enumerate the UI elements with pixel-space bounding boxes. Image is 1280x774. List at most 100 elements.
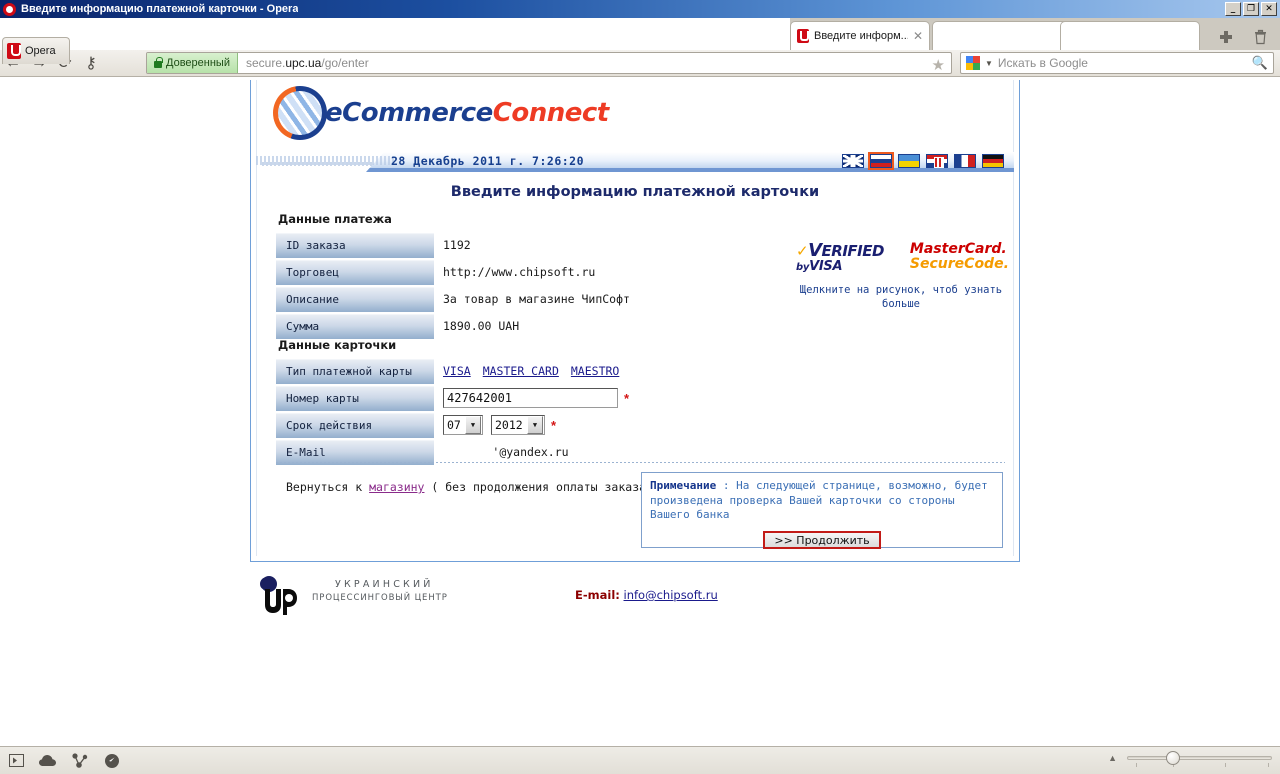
row-merchant: Торговец http://www.chipsoft.ru xyxy=(276,259,595,285)
window-titlebar: Введите информацию платежной карточки - … xyxy=(0,0,1280,18)
security-badges: ✓VERIFIED byVISA MasterCard. SecureCode.… xyxy=(796,240,1009,311)
value-amount: 1890.00 UAH xyxy=(443,319,520,333)
page-footer: УКРАИНСКИЙ ПРОЦЕССИНГОВЫЙ ЦЕНТР E-mail: … xyxy=(250,568,1030,628)
card-type-links: VISA MASTER CARD MAESTRO xyxy=(443,364,619,378)
visa-erified: ERIFIED xyxy=(821,242,885,260)
zoom-control[interactable]: ▲ xyxy=(1108,751,1272,767)
tab-favicon-icon xyxy=(797,29,809,43)
upc-line-2: ПРОЦЕССИНГОВЫЙ ЦЕНТР xyxy=(312,592,448,603)
window-controls: _ ❐ ✕ xyxy=(1225,2,1277,16)
flag-uk-icon[interactable] xyxy=(842,154,864,168)
logo-text-part2: Connect xyxy=(492,98,609,128)
tab-label: Введите информ... xyxy=(814,30,908,42)
panels-icon[interactable] xyxy=(0,748,32,774)
upc-line-1: УКРАИНСКИЙ xyxy=(335,579,434,590)
site-logo-text: eCommerceConnect xyxy=(325,98,609,128)
opera-menu-button[interactable]: Opera xyxy=(2,37,70,64)
search-placeholder: Искать в Google xyxy=(997,56,1088,70)
flag-ru-icon[interactable] xyxy=(868,152,894,170)
page-content-card: eCommerceConnect 28 Декабрь 2011 г. 7:26… xyxy=(250,80,1020,562)
visa-by: by xyxy=(796,262,810,273)
notice-separator: : xyxy=(716,479,737,492)
tabstrip-background xyxy=(0,18,790,50)
card-number-input[interactable]: 427642001 xyxy=(443,388,618,408)
current-datetime: 28 Декабрь 2011 г. 7:26:20 xyxy=(391,154,585,168)
zoom-slider-track[interactable] xyxy=(1127,751,1272,767)
verified-by-visa-badge[interactable]: ✓VERIFIED byVISA xyxy=(796,240,885,274)
tab-blank-2[interactable] xyxy=(1060,21,1200,50)
visa-check-icon: ✓ xyxy=(796,242,809,260)
footer-email-label: E-mail: xyxy=(575,588,620,602)
ecommerceconnect-logo-icon xyxy=(273,86,327,140)
close-button[interactable]: ✕ xyxy=(1261,2,1277,16)
chevron-down-icon[interactable]: ▼ xyxy=(527,416,543,434)
status-bar: ▲ xyxy=(0,746,1280,774)
new-tab-button[interactable] xyxy=(1215,26,1237,48)
expiry-year-select[interactable]: 2012 ▼ xyxy=(491,415,545,435)
google-icon xyxy=(966,56,980,70)
payment-section-heading: Данные платежа xyxy=(278,212,392,226)
zoom-slider-thumb[interactable] xyxy=(1166,751,1180,765)
continue-button[interactable]: >> Продолжить xyxy=(763,531,881,550)
restore-button[interactable]: ❐ xyxy=(1243,2,1259,16)
shop-link[interactable]: магазину xyxy=(369,480,424,494)
section-divider xyxy=(276,462,1005,463)
required-mark-expiry: * xyxy=(551,417,557,433)
star-icon[interactable]: ★ xyxy=(932,56,945,73)
expiry-year-value: 2012 xyxy=(495,418,523,432)
upc-name: УКРАИНСКИЙ ПРОЦЕССИНГОВЫЙ ЦЕНТР xyxy=(312,578,448,604)
trash-button[interactable] xyxy=(1249,26,1271,48)
required-mark-card-number: * xyxy=(624,390,630,406)
share-icon[interactable] xyxy=(64,748,96,774)
card-type-visa-link[interactable]: VISA xyxy=(443,364,471,378)
decorative-dots-2 xyxy=(262,162,372,166)
label-card-type: Тип платежной карты xyxy=(276,358,434,384)
language-flags xyxy=(842,152,1004,170)
minimize-button[interactable]: _ xyxy=(1225,2,1241,16)
chevron-down-icon[interactable]: ▼ xyxy=(985,59,993,68)
speeddial-icon[interactable] xyxy=(96,748,128,774)
search-icon[interactable]: 🔍 xyxy=(1252,55,1268,71)
row-order-id: ID заказа 1192 xyxy=(276,232,471,258)
notice-label: Примечание xyxy=(650,479,717,492)
visa-word: VISA xyxy=(809,259,843,274)
password-key-icon[interactable]: ⚷ xyxy=(78,50,104,76)
tab-blank-1[interactable] xyxy=(932,21,1072,50)
tab-active[interactable]: Введите информ... ✕ xyxy=(790,21,930,50)
row-expiry: Срок действия 07 ▼ 2012 ▼ * xyxy=(276,412,556,438)
trusted-label: Доверенный xyxy=(166,57,230,69)
footer-email: E-mail: info@chipsoft.ru xyxy=(575,588,718,602)
label-email: E-Mail xyxy=(276,439,434,465)
expiry-month-select[interactable]: 07 ▼ xyxy=(443,415,483,435)
zoom-caret-icon[interactable]: ▲ xyxy=(1108,753,1117,763)
badges-note: Щелкните на рисунок, чтоб узнать больше xyxy=(799,284,1003,311)
lock-icon xyxy=(154,56,163,68)
visa-v: V xyxy=(808,240,822,261)
value-merchant: http://www.chipsoft.ru xyxy=(443,265,596,279)
opera-menu-label: Opera xyxy=(25,45,56,57)
label-description: Описание xyxy=(276,286,434,312)
flag-de-icon[interactable] xyxy=(982,154,1004,168)
footer-email-link[interactable]: info@chipsoft.ru xyxy=(624,588,718,602)
upc-logo-icon xyxy=(256,573,302,619)
trusted-badge[interactable]: Доверенный xyxy=(147,53,238,73)
url-path: /go/enter xyxy=(321,56,369,70)
address-bar[interactable]: Доверенный secure.upc.ua/go/enter ★ xyxy=(146,52,952,74)
flag-ua-icon[interactable] xyxy=(898,154,920,168)
card-type-maestro-link[interactable]: MAESTRO xyxy=(571,364,619,378)
card-type-mastercard-link[interactable]: MASTER CARD xyxy=(483,364,559,378)
flag-fr-icon[interactable] xyxy=(954,154,976,168)
row-card-number: Номер карты 427642001 * xyxy=(276,385,629,411)
logo-text-part1: eCommerce xyxy=(325,98,493,128)
tab-close-icon[interactable]: ✕ xyxy=(913,29,923,43)
cloud-icon[interactable] xyxy=(32,748,64,774)
chevron-down-icon[interactable]: ▼ xyxy=(465,416,481,434)
expiry-month-value: 07 xyxy=(447,418,461,432)
row-description: Описание За товар в магазине ЧипСофт xyxy=(276,286,630,312)
mastercard-securecode-badge[interactable]: MasterCard. SecureCode. xyxy=(910,242,1009,271)
notice-text-wrapper: Примечание : На следующей странице, возм… xyxy=(650,479,994,523)
flag-hr-icon[interactable] xyxy=(926,154,948,168)
search-box[interactable]: ▼ Искать в Google 🔍 xyxy=(960,52,1274,74)
opera-menu-icon xyxy=(7,43,21,59)
value-order-id: 1192 xyxy=(443,238,471,252)
